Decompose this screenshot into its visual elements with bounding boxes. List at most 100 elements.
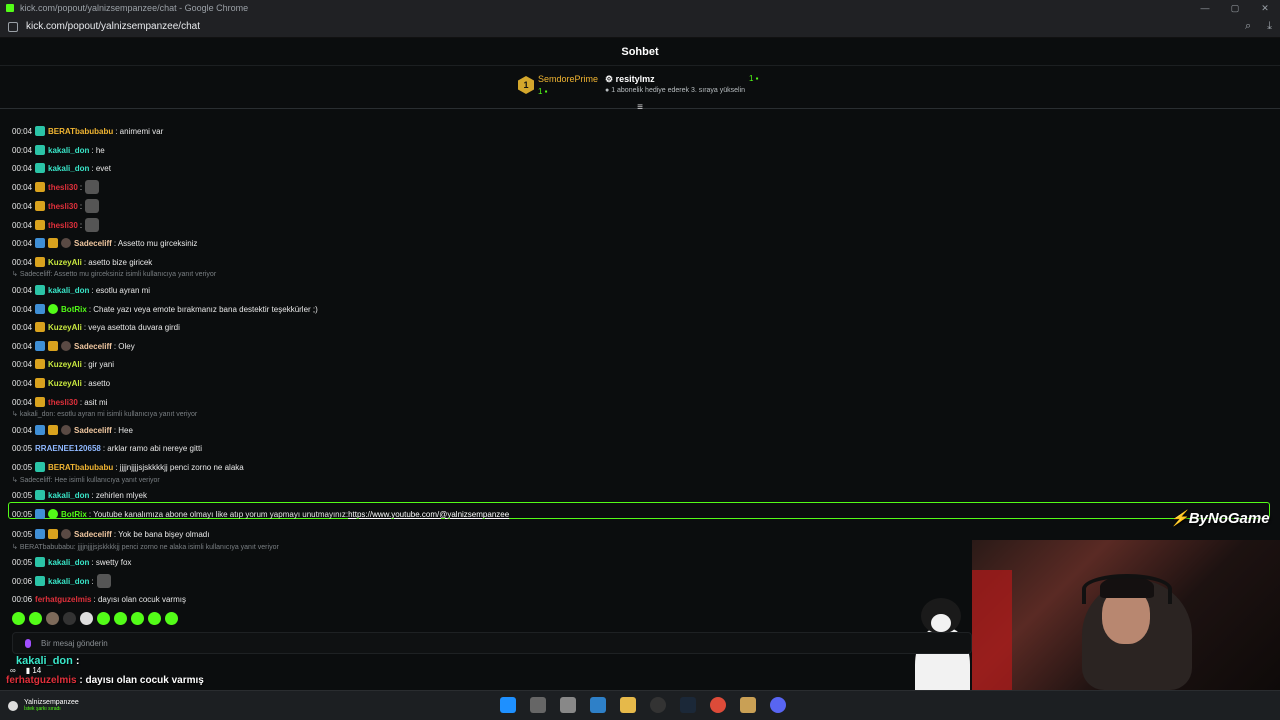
emote-icon[interactable] <box>131 612 144 625</box>
emote-icon[interactable] <box>165 612 178 625</box>
chat-message[interactable]: 00:04 KuzeyAli: veya asettota duvara gird… <box>12 319 180 335</box>
bot-badge-icon <box>48 509 59 519</box>
chat-message[interactable]: 00:04 thesli30: asit mi <box>12 394 107 410</box>
app-icon[interactable] <box>650 697 666 713</box>
mic-icon[interactable] <box>25 638 31 648</box>
chat-message[interactable]: 00:06 kakali_don: <box>12 573 111 589</box>
chat-message[interactable]: 00:04 KuzeyAli: asetto bize giricek <box>12 254 152 270</box>
chat-message[interactable]: 00:04 thesli30: <box>12 198 100 214</box>
chat-message[interactable]: 00:04 Sadeceliff: Assetto mu girceksiniz <box>12 235 197 251</box>
crown-badge-icon <box>35 397 46 407</box>
message-time: 00:04 <box>12 220 33 230</box>
chat-message[interactable]: 00:05 RRAENEE120658: arklar ramo abi nere… <box>12 440 202 456</box>
chat-message[interactable]: 00:04 kakali_don: esotlu ayran mi <box>12 282 150 298</box>
chat-message[interactable]: 00:04 BERATbabubabu: animemi var <box>12 123 163 139</box>
chat-message[interactable]: 00:04 kakali_don: he <box>12 142 105 158</box>
message-username[interactable]: thesli30 <box>48 398 78 407</box>
address-bar[interactable]: kick.com/popout/yalnizsempanzee/chat ⌕ ⤓ <box>0 16 1280 38</box>
app-icon[interactable] <box>740 697 756 713</box>
chat-message[interactable]: 00:04 KuzeyAli: gir yani <box>12 356 114 372</box>
emote-icon[interactable] <box>46 612 59 625</box>
chat-message[interactable]: 00:05 kakali_don: zehirlen mlyek <box>12 487 147 503</box>
file-explorer-icon[interactable] <box>620 697 636 713</box>
chat-message[interactable]: 00:04 KuzeyAli: asetto <box>12 375 110 391</box>
url-text[interactable]: kick.com/popout/yalnizsempanzee/chat <box>26 21 200 32</box>
chat-message[interactable]: 00:04 thesli30: <box>12 179 100 195</box>
spotify-icon <box>8 700 18 711</box>
webcam-overlay <box>972 540 1280 690</box>
close-button[interactable]: ✕ <box>1250 0 1280 16</box>
message-username[interactable]: kakali_don <box>48 286 89 295</box>
message-username[interactable]: ferhatguzelmis <box>35 595 91 604</box>
message-username[interactable]: Sadeceliff <box>74 239 112 248</box>
emote-icon[interactable] <box>80 612 93 625</box>
chat-message[interactable]: 00:04 Sadeceliff: Hee <box>12 422 133 438</box>
message-username[interactable]: kakali_don <box>48 577 89 586</box>
chat-message[interactable]: 00:05 BotRix: Youtube kanalımıza abone ol… <box>12 506 509 522</box>
message-username[interactable]: KuzeyAli <box>48 360 82 369</box>
reply-context[interactable]: ↳ Sadeceliff: Assetto mu girceksiniz isi… <box>12 270 216 278</box>
chat-input[interactable]: Bir mesaj gönderin <box>12 632 972 654</box>
message-username[interactable]: RRAENEE120658 <box>35 444 101 453</box>
reply-arrow-icon: ↳ <box>12 271 20 278</box>
chat-message[interactable]: 00:05 BERATbabubabu: jjjjnjjjjsjskkkkjj p… <box>12 459 244 475</box>
emote-icon[interactable] <box>29 612 42 625</box>
message-username[interactable]: kakali_don <box>48 164 89 173</box>
minimize-button[interactable]: — <box>1190 0 1220 16</box>
message-username[interactable]: kakali_don <box>48 146 89 155</box>
message-username[interactable]: BERATbabubabu <box>48 463 113 472</box>
zoom-icon[interactable]: ⌕ <box>1245 20 1251 33</box>
message-username[interactable]: thesli30 <box>48 183 78 192</box>
message-text: : gir yani <box>83 359 115 369</box>
message-username[interactable]: thesli30 <box>48 221 78 230</box>
message-username[interactable]: kakali_don <box>48 491 89 500</box>
chat-message[interactable]: 00:05 kakali_don: swetty fox <box>12 554 131 570</box>
steam-icon[interactable] <box>680 697 696 713</box>
maximize-button[interactable]: ▢ <box>1220 0 1250 16</box>
now-playing[interactable]: Yalnizsempanzee İstek şarkı sıradı <box>8 699 79 712</box>
emote-icon[interactable] <box>97 612 110 625</box>
site-info-icon[interactable] <box>8 21 18 32</box>
message-username[interactable]: Sadeceliff <box>74 530 112 539</box>
emote-icon[interactable] <box>114 612 127 625</box>
message-username[interactable]: BotRix <box>61 510 87 519</box>
chat-message[interactable]: 00:04 Sadeceliff: Oley <box>12 338 135 354</box>
second-gifter-name[interactable]: ⚙ resitylmz <box>605 74 655 85</box>
windows-start-icon[interactable] <box>500 697 516 713</box>
window-titlebar: kick.com/popout/yalnizsempanzee/chat - G… <box>0 0 1280 16</box>
chat-message[interactable]: 00:04 BotRix: Chate yazı veya emote bırak… <box>12 301 318 317</box>
collapse-icon[interactable]: ≡ <box>634 103 646 113</box>
message-username[interactable]: KuzeyAli <box>48 258 82 267</box>
chat-message[interactable]: 00:04 kakali_don: evet <box>12 160 111 176</box>
message-username[interactable]: Sadeceliff <box>74 342 112 351</box>
chat-message[interactable]: 00:06 ferhatguzelmis: dayısı olan cocuk v… <box>12 591 186 607</box>
discord-icon[interactable] <box>770 697 786 713</box>
top-gifter-name[interactable]: SemdorePrime <box>538 74 598 84</box>
reply-context[interactable]: ↳ kakali_don: esotlu ayran mi isimli kul… <box>12 410 197 418</box>
reply-context[interactable]: ↳ Sadeceliff: Hee isimli kullanıcıya yan… <box>12 476 160 484</box>
message-username[interactable]: BERATbabubabu <box>48 127 113 136</box>
app-icon[interactable] <box>590 697 606 713</box>
chat-message[interactable]: 00:05 Sadeceliff: Yok be bana bişey olmad… <box>12 526 209 542</box>
emote-icon[interactable] <box>148 612 161 625</box>
youtube-link[interactable]: https://www.youtube.com/@yalnizsempanzee <box>348 510 509 519</box>
emote-quick-bar[interactable] <box>12 612 178 625</box>
message-username[interactable]: KuzeyAli <box>48 379 82 388</box>
emote-icon[interactable] <box>63 612 76 625</box>
message-username[interactable]: kakali_don <box>48 558 89 567</box>
message-username[interactable]: Sadeceliff <box>74 426 112 435</box>
message-username[interactable]: BotRix <box>61 305 87 314</box>
chrome-icon[interactable] <box>710 697 726 713</box>
download-icon[interactable]: ⤓ <box>1267 20 1272 33</box>
message-username[interactable]: thesli30 <box>48 202 78 211</box>
av-badge-icon <box>61 529 72 539</box>
chat-message[interactable]: 00:04 thesli30: <box>12 217 100 233</box>
message-time: 00:04 <box>12 257 33 267</box>
app-icon[interactable] <box>560 697 576 713</box>
chat-input-placeholder[interactable]: Bir mesaj gönderin <box>41 639 108 648</box>
emote-icon[interactable] <box>12 612 25 625</box>
taskview-icon[interactable] <box>530 697 546 713</box>
message-username[interactable]: KuzeyAli <box>48 323 82 332</box>
message-time: 00:04 <box>12 238 33 248</box>
reply-context[interactable]: ↳ BERATbabubabu: jjjjnjjjjsjskkkkjj penc… <box>12 543 279 551</box>
